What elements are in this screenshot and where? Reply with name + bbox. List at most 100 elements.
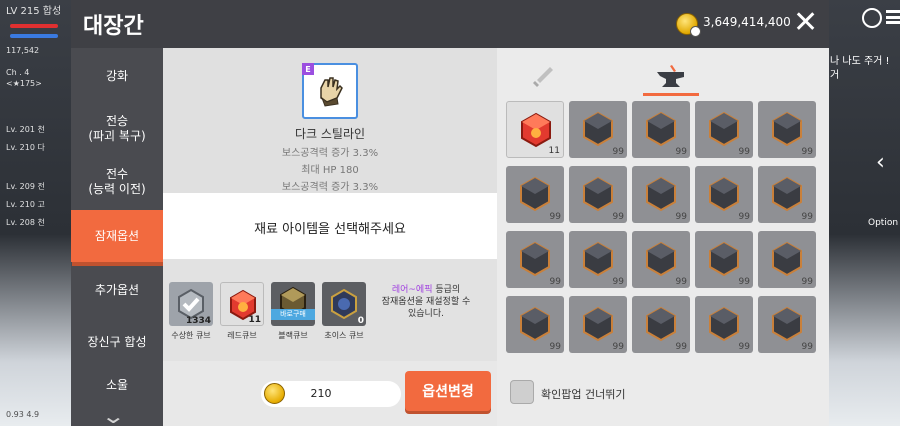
sidebar-item-label: 장신구 합성 xyxy=(87,334,147,349)
hud-stage: <★175> xyxy=(6,79,42,88)
cube-selection-area: 1334 수상한 큐브 11 레드큐브 바로구매 블랙큐브 0 초이스 큐브 레… xyxy=(163,259,497,361)
item-stat: 보스공격력 증가 3.3% xyxy=(281,148,379,159)
option-label[interactable]: Option xyxy=(868,218,898,228)
inventory-grid: 11 99 99 99 99 99 99 99 99 99 99 99 99 99 99 99 99 99 99 99 xyxy=(506,101,822,361)
inventory-count: 99 xyxy=(675,342,687,352)
desc-text: 잠재옵션을 재설정할 수 xyxy=(381,297,471,307)
inventory-count: 99 xyxy=(801,147,813,157)
desc-text: 등급의 xyxy=(432,285,461,295)
sidebar-item-enhance[interactable]: 강화 xyxy=(71,50,163,102)
page-title: 대장간 xyxy=(83,14,144,39)
inventory-slot[interactable]: 99 xyxy=(569,296,627,353)
inventory-slot[interactable]: 99 xyxy=(695,101,753,158)
forge-panel: 대장간 3,649,414,400 ✕ 강화 전승 (파괴 복구) 전수 (능력… xyxy=(71,0,829,426)
inventory-slot[interactable]: 99 xyxy=(632,166,690,223)
cube-slot-red[interactable]: 11 xyxy=(220,282,264,326)
inventory-slot[interactable]: 99 xyxy=(632,101,690,158)
inventory-count: 99 xyxy=(549,277,561,287)
close-icon[interactable]: ✕ xyxy=(793,6,818,40)
inventory-count: 99 xyxy=(675,277,687,287)
cube-label: 블랙큐브 xyxy=(278,331,308,340)
inventory-slot[interactable]: 99 xyxy=(758,166,816,223)
inventory-count: 99 xyxy=(675,147,687,157)
tab-materials[interactable] xyxy=(643,58,699,96)
hud-party-1: Lv. 201 천 xyxy=(6,125,45,134)
sidebar: 강화 전승 (파괴 복구) 전수 (능력 이전) 잠재옵션 추가옵션 장신구 합… xyxy=(71,48,164,426)
center-column: E 다크 스틸라인 보스공격력 증가 3.3% 최대 HP 180 보스공격력 … xyxy=(163,48,497,426)
hud-mp-bar xyxy=(10,34,58,38)
gold-coin-icon xyxy=(676,13,701,37)
inventory-count: 99 xyxy=(612,342,624,352)
chevron-left-icon[interactable]: ‹ xyxy=(876,150,885,175)
inventory-slot[interactable]: 99 xyxy=(506,296,564,353)
hud-party-4: Lv. 210 고 xyxy=(6,200,45,209)
chat-text: 나 나도 주거 ! xyxy=(830,56,890,67)
inventory-column: 11 99 99 99 99 99 99 99 99 99 99 99 99 99 99 99 99 99 99 99 xyxy=(497,48,829,426)
item-stat: 최대 HP 180 xyxy=(301,165,359,176)
chat-text-2: 거 xyxy=(830,70,840,81)
inventory-slot[interactable]: 99 xyxy=(569,166,627,223)
inventory-slot[interactable]: 99 xyxy=(695,166,753,223)
hud-bottom-value: 0.93 4.9 xyxy=(6,410,40,419)
inventory-count: 99 xyxy=(738,212,750,222)
item-name: 다크 스틸라인 xyxy=(294,127,366,141)
inventory-slot[interactable]: 99 xyxy=(758,231,816,288)
desc-text: 있습니다. xyxy=(408,309,444,319)
material-select-box[interactable]: 재료 아이템을 선택해주세요 xyxy=(163,193,497,259)
anvil-icon xyxy=(657,65,684,87)
chevron-down-icon[interactable]: ⌄ xyxy=(101,404,126,426)
sidebar-item-additional[interactable]: 추가옵션 xyxy=(71,264,163,316)
inventory-count: 99 xyxy=(675,212,687,222)
cube-label: 레드큐브 xyxy=(227,331,257,340)
sidebar-item-potential[interactable]: 잠재옵션 xyxy=(71,210,164,266)
item-stat: 보스공격력 증가 3.3% xyxy=(281,182,379,193)
inventory-slot[interactable]: 99 xyxy=(569,101,627,158)
inventory-slot[interactable]: 99 xyxy=(569,231,627,288)
action-bar: 210 옵션변경 xyxy=(163,361,497,426)
inventory-slot[interactable]: 99 xyxy=(506,166,564,223)
change-option-button[interactable]: 옵션변경 xyxy=(405,371,491,411)
sidebar-item-soul[interactable]: 소울 xyxy=(71,370,163,400)
price-value: 210 xyxy=(310,387,332,400)
hud-chapter: Ch . 4 xyxy=(6,68,30,77)
inventory-slot[interactable]: 99 xyxy=(758,296,816,353)
inventory-count: 11 xyxy=(548,146,560,156)
skip-popup-checkbox[interactable] xyxy=(510,380,534,404)
price-box: 210 xyxy=(261,381,401,407)
inventory-slot[interactable]: 11 xyxy=(506,101,564,158)
inventory-slot[interactable]: 99 xyxy=(632,231,690,288)
target-item-area: E 다크 스틸라인 보스공격력 증가 3.3% 최대 HP 180 보스공격력 … xyxy=(163,48,497,193)
hud-hp-bar xyxy=(10,24,58,28)
cube-description: 레어~에픽 등급의 잠재옵션을 재설정할 수 있습니다. xyxy=(363,284,489,320)
hud-party-5: Lv. 208 천 xyxy=(6,218,45,227)
cube-slot-suspicious[interactable]: 1334 xyxy=(169,282,213,326)
hud-party-3: Lv. 209 전 xyxy=(6,182,45,191)
sidebar-item-transfer[interactable]: 전수 (능력 이전) xyxy=(71,156,163,208)
sidebar-item-label: 잠재옵션 xyxy=(94,228,140,243)
cube-slot-black[interactable]: 바로구매 xyxy=(271,282,315,326)
inventory-count: 99 xyxy=(612,277,624,287)
inventory-slot[interactable]: 99 xyxy=(758,101,816,158)
inventory-count: 99 xyxy=(801,277,813,287)
grade-badge: E xyxy=(302,63,314,75)
avatar-icon[interactable] xyxy=(862,8,882,28)
skip-popup-label: 확인팝업 건너뛰기 xyxy=(541,388,626,401)
inventory-slot[interactable]: 99 xyxy=(695,296,753,353)
select-prompt: 재료 아이템을 선택해주세요 xyxy=(254,222,406,237)
cube-slot-choice[interactable]: 0 xyxy=(322,282,366,326)
sidebar-item-accessory-synthesis[interactable]: 장신구 합성 xyxy=(71,316,163,368)
gold-amount: 3,649,414,400 xyxy=(703,15,791,29)
header-bar: 대장간 3,649,414,400 ✕ xyxy=(71,0,829,48)
inventory-count: 99 xyxy=(612,147,624,157)
cube-label: 수상한 큐브 xyxy=(171,331,211,340)
inventory-count: 99 xyxy=(738,342,750,352)
menu-icon[interactable] xyxy=(886,10,900,24)
sidebar-item-inherit[interactable]: 전승 (파괴 복구) xyxy=(71,103,163,155)
tab-equipment[interactable] xyxy=(515,58,571,96)
inventory-count: 99 xyxy=(549,342,561,352)
inventory-slot[interactable]: 99 xyxy=(695,231,753,288)
inventory-slot[interactable]: 99 xyxy=(506,231,564,288)
inventory-count: 99 xyxy=(801,212,813,222)
inventory-slot[interactable]: 99 xyxy=(632,296,690,353)
buy-now-tag[interactable]: 바로구매 xyxy=(271,309,315,320)
